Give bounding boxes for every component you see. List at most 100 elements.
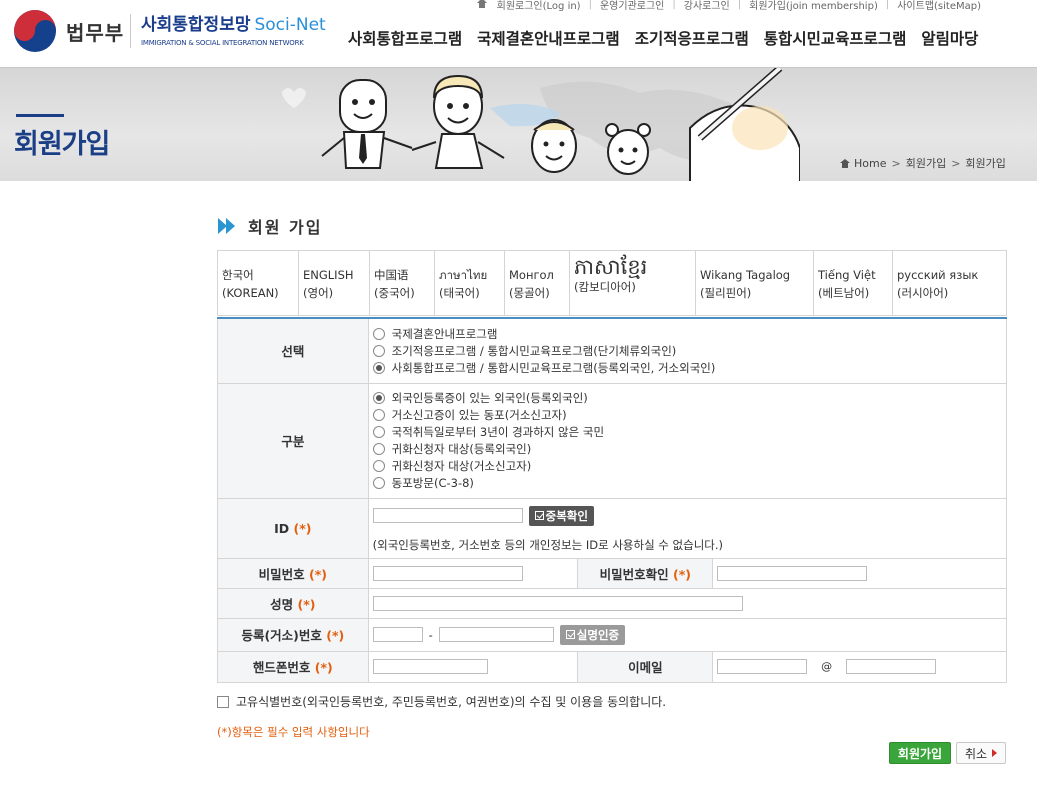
select-label: 선택 <box>217 317 369 384</box>
phone-input[interactable] <box>372 659 488 674</box>
play-arrow-icon <box>992 749 998 757</box>
email-at-sign: @ <box>821 660 833 673</box>
required-mark: (*) <box>326 628 345 643</box>
nav-early-adaptation[interactable]: 조기적응프로그램 <box>635 27 749 49</box>
breadcrumb: Home > 회원가입 > 회원가입 <box>840 155 1006 171</box>
lang-vietnamese[interactable]: Tiếng Việt (베트남어) <box>814 251 893 315</box>
name-input[interactable] <box>372 595 743 611</box>
org-login-link[interactable]: 운영기관로그인 <box>600 0 664 12</box>
member-type-option[interactable]: 동포방문(C-3-8) <box>372 475 1006 492</box>
id-input[interactable] <box>372 508 523 523</box>
ministry-name: 법무부 <box>66 20 125 45</box>
member-type-option[interactable]: 외국인등록증이 있는 외국인(등록외국인) <box>372 390 1006 407</box>
realname-verify-button[interactable]: 실명인증 <box>559 624 626 645</box>
id-note: (외국인등록번호, 거소번호 등의 개인정보는 ID로 사용하실 수 없습니다.… <box>372 537 723 552</box>
nav-intl-marriage[interactable]: 국제결혼안내프로그램 <box>477 27 620 49</box>
logo-divider <box>130 14 131 48</box>
radio-button[interactable] <box>372 460 385 472</box>
id-cell: 중복확인 (외국인등록번호, 거소번호 등의 개인정보는 ID로 사용하실 수 … <box>367 497 1008 559</box>
checkbox-icon <box>565 630 575 639</box>
lang-korean[interactable]: 한국어 (KOREAN) <box>218 251 299 315</box>
lang-thai[interactable]: ภาษาไทย (태국어) <box>435 251 505 315</box>
radio-button[interactable] <box>372 477 385 489</box>
password-confirm-label-cell: 비밀번호확인 (*) <box>577 557 714 589</box>
breadcrumb-home-icon <box>840 158 850 168</box>
login-link[interactable]: 회원로그인(Log in) <box>497 0 581 12</box>
password-confirm-input[interactable] <box>717 565 868 581</box>
password-input[interactable] <box>372 565 523 581</box>
member-type-option[interactable]: 귀화신청자 대상(등록외국인) <box>372 441 1006 458</box>
password-confirm-label: 비밀번호확인 <box>599 566 669 582</box>
breadcrumb-separator-icon: > <box>891 156 901 170</box>
ministry-logo[interactable]: 법무부 <box>14 10 124 52</box>
regno-dash: - <box>428 627 433 642</box>
consent-checkbox[interactable] <box>217 695 229 708</box>
name-label: 성명 <box>270 596 294 612</box>
radio-button-selected[interactable] <box>372 392 385 404</box>
lang-russian[interactable]: русский язык (러시아어) <box>893 251 1006 315</box>
cancel-label: 취소 <box>964 746 988 761</box>
site-header: 회원로그인(Log in) | 운영기관로그인 | 강사로그인 | 회원가입(j… <box>0 0 1037 67</box>
main-navigation: 사회통합프로그램 국제결혼안내프로그램 조기적응프로그램 통합시민교육프로그램 … <box>348 27 978 49</box>
phone-cell <box>367 650 579 683</box>
radio-button[interactable] <box>372 426 385 438</box>
join-link[interactable]: 회원가입(join membership) <box>749 0 878 12</box>
id-label: ID <box>274 520 290 536</box>
nav-civic-education[interactable]: 통합시민교육프로그램 <box>764 27 907 49</box>
email-id-input[interactable] <box>717 659 808 674</box>
program-select-group: 국제결혼안내프로그램 조기적응프로그램 / 통합시민교육프로그램(단기체류외국인… <box>367 317 1008 384</box>
instructor-login-link[interactable]: 강사로그인 <box>684 0 730 12</box>
id-label-cell: ID (*) <box>217 497 369 559</box>
member-type-option[interactable]: 귀화신청자 대상(거소신고자) <box>372 458 1006 475</box>
breadcrumb-separator-icon: > <box>951 156 961 170</box>
socinet-logo[interactable]: 사회통합정보망 Soci-Net IMMIGRATION & SOCIAL INT… <box>141 10 326 47</box>
breadcrumb-level-1[interactable]: 회원가입 <box>906 155 946 171</box>
id-duplicate-check-button[interactable]: 중복확인 <box>528 505 594 526</box>
visual-banner: 회원가입 Home > 회원가입 > 회원가입 <box>0 67 1037 181</box>
lang-english[interactable]: ENGLISH (영어) <box>299 251 370 315</box>
regno-second-input[interactable] <box>438 627 554 642</box>
radio-button[interactable] <box>372 344 385 357</box>
regno-label-cell: 등록(거소)번호 (*) <box>217 617 369 652</box>
type-label: 구분 <box>217 382 369 499</box>
member-type-option[interactable]: 국적취득일로부터 3년이 경과하지 않은 국민 <box>372 424 1006 441</box>
radio-button[interactable] <box>372 409 385 421</box>
title-accent-bar <box>16 114 64 117</box>
nav-social-integration[interactable]: 사회통합프로그램 <box>348 27 462 49</box>
program-option[interactable]: 사회통합프로그램 / 통합시민교육프로그램(등록외국인, 거소외국인) <box>372 359 1006 376</box>
lang-khmer[interactable]: ភាសាខ្មែរ (캄보디아어) <box>570 251 696 315</box>
taegeuk-emblem-icon <box>14 10 56 52</box>
consent-text[interactable]: 고유식별번호(외국인등록번호, 주민등록번호, 여권번호)의 수집 및 이용을 … <box>236 693 666 710</box>
required-mark: (*) <box>314 660 333 675</box>
phone-label-cell: 핸드폰번호 (*) <box>217 650 369 683</box>
radio-button[interactable] <box>372 327 385 340</box>
consent-row: 고유식별번호(외국인등록번호, 주민등록번호, 여권번호)의 수집 및 이용을 … <box>217 693 666 710</box>
name-label-cell: 성명 (*) <box>217 587 369 619</box>
required-mark: (*) <box>297 596 316 612</box>
cancel-button[interactable]: 취소 <box>956 742 1006 764</box>
required-mark: (*) <box>293 520 312 536</box>
lang-tagalog[interactable]: Wikang Tagalog (필리핀어) <box>696 251 814 315</box>
lang-chinese[interactable]: 中国语 (중국어) <box>370 251 435 315</box>
program-option[interactable]: 국제결혼안내프로그램 <box>372 325 1006 342</box>
program-option[interactable]: 조기적응프로그램 / 통합시민교육프로그램(단기체류외국인) <box>372 342 1006 359</box>
password-cell <box>367 557 579 589</box>
checkbox-icon <box>534 511 544 520</box>
family-illustration <box>282 68 800 181</box>
breadcrumb-home[interactable]: Home <box>854 157 886 170</box>
member-type-option[interactable]: 거소신고증이 있는 동포(거소신고자) <box>372 407 1006 424</box>
required-mark: (*) <box>673 566 691 582</box>
regno-first-input[interactable] <box>372 627 423 642</box>
page-title: 회원가입 <box>14 129 110 160</box>
home-icon[interactable] <box>475 0 489 10</box>
signup-form: 선택 국제결혼안내프로그램 조기적응프로그램 / 통합시민교육프로그램(단기체류… <box>217 317 1008 683</box>
nav-notice[interactable]: 알림마당 <box>921 27 978 49</box>
sitemap-link[interactable]: 사이트맵(siteMap) <box>897 0 981 12</box>
radio-button[interactable] <box>372 443 385 455</box>
email-domain-input[interactable] <box>846 659 937 674</box>
lang-mongolian[interactable]: Монгол (몽골어) <box>505 251 570 315</box>
email-cell: @ <box>712 650 1007 683</box>
section-heading: 회원 가입 <box>218 214 322 238</box>
radio-button-selected[interactable] <box>372 361 385 374</box>
join-button[interactable]: 회원가입 <box>889 742 951 764</box>
